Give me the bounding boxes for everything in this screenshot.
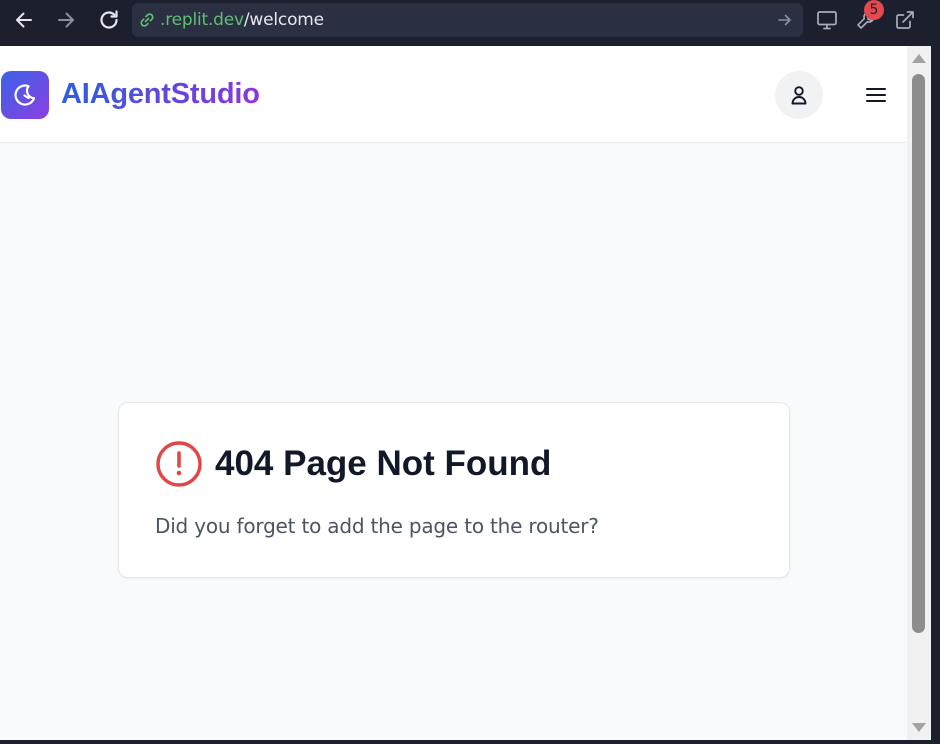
error-message: Did you forget to add the page to the ro…	[155, 514, 599, 538]
reload-icon	[100, 10, 118, 29]
app-header: AIAgentStudio	[0, 46, 907, 143]
page-viewport: AIAgentStudio 404 Page Not Found Did you…	[0, 46, 907, 740]
vertical-scrollbar[interactable]	[907, 46, 931, 740]
monitor-icon	[817, 11, 837, 30]
alert-circle-icon	[156, 441, 202, 487]
arrow-right-icon	[778, 14, 791, 26]
address-bar[interactable]: .replit.dev/welcome	[132, 3, 803, 37]
tools-badge: 5	[864, 0, 884, 20]
scroll-up-arrow[interactable]	[912, 54, 926, 63]
not-found-card: 404 Page Not Found Did you forget to add…	[118, 402, 790, 578]
window-edge-right	[931, 46, 940, 744]
url-domain: .replit.dev	[160, 10, 244, 30]
menu-button[interactable]	[861, 81, 891, 109]
brand-name[interactable]: AIAgentStudio	[61, 78, 260, 111]
window-edge-bottom	[0, 740, 940, 744]
back-button[interactable]	[9, 5, 39, 35]
page-title: 404 Page Not Found	[215, 444, 552, 483]
external-link-icon	[896, 11, 914, 29]
scroll-down-arrow[interactable]	[912, 723, 926, 732]
go-button[interactable]	[775, 10, 795, 30]
app-logo[interactable]	[1, 71, 49, 119]
arrow-right-icon	[58, 12, 74, 28]
browser-toolbar: .replit.dev/welcome 5	[0, 0, 940, 46]
scrollbar-thumb[interactable]	[912, 74, 925, 633]
open-new-window-button[interactable]	[890, 5, 920, 35]
forward-button[interactable]	[51, 5, 81, 35]
user-account-button[interactable]	[775, 71, 823, 119]
moon-icon	[14, 84, 36, 106]
devices-button[interactable]	[812, 5, 842, 35]
user-icon	[791, 86, 807, 105]
url-path: /welcome	[243, 10, 324, 30]
url-text: .replit.dev/welcome	[160, 10, 324, 30]
arrow-left-icon	[16, 12, 32, 28]
link-icon	[138, 11, 160, 29]
hamburger-menu-icon	[865, 87, 887, 103]
reload-button[interactable]	[94, 5, 124, 35]
